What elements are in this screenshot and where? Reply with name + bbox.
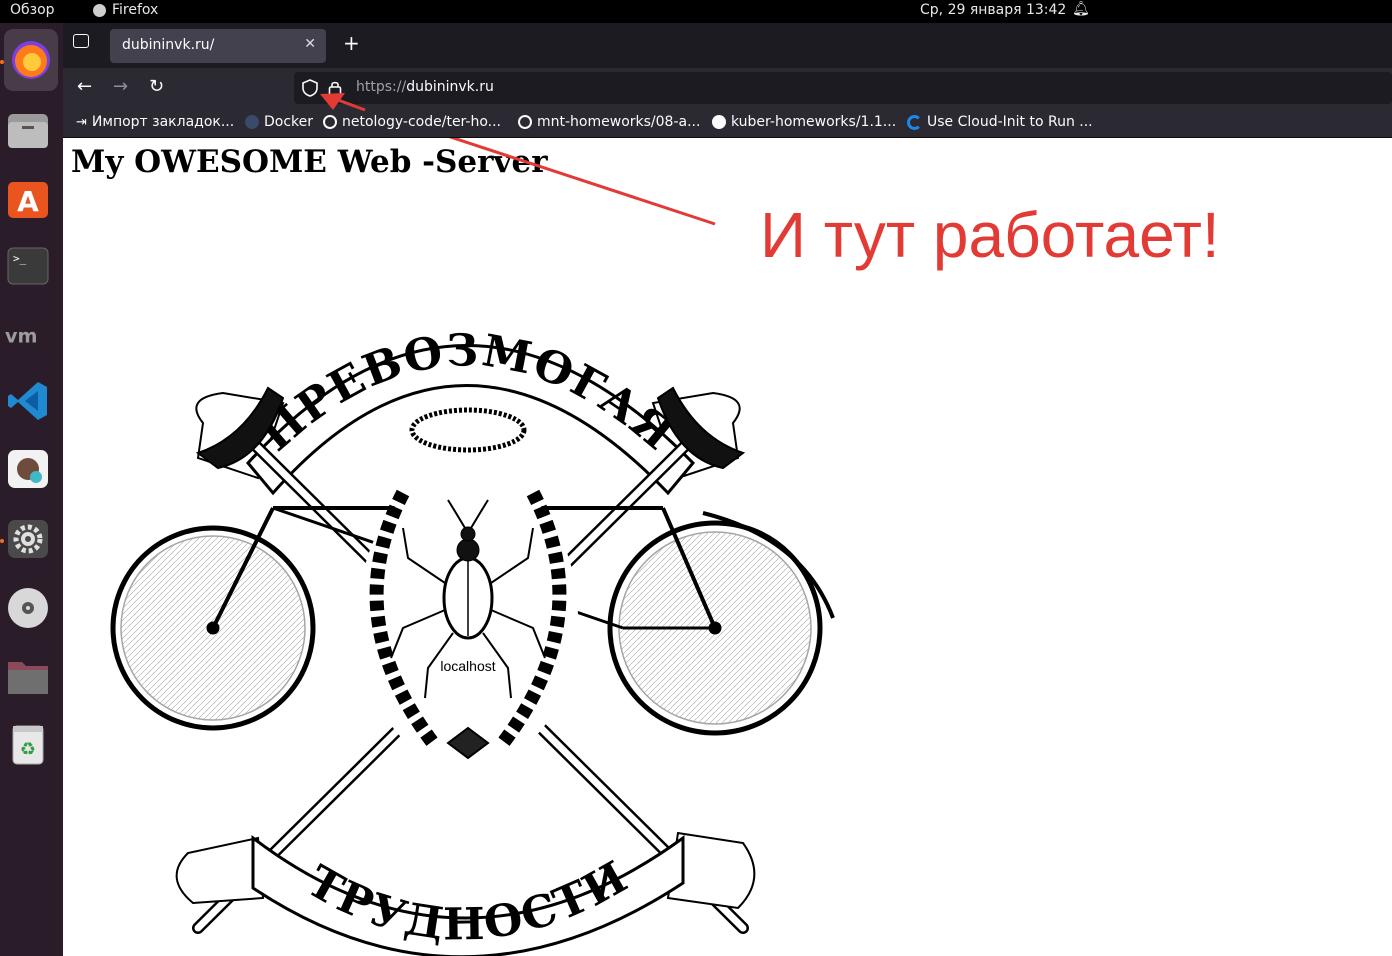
annotation-arrowhead [320, 93, 366, 112]
dock-settings[interactable] [5, 516, 51, 562]
dock-vmware[interactable]: vm [5, 313, 51, 359]
dock-dbeaver[interactable] [5, 446, 51, 492]
folder-icon [8, 662, 48, 694]
trash-icon: ♻ [12, 725, 44, 765]
dock-vscode[interactable] [5, 378, 51, 424]
svg-text:vm: vm [5, 325, 37, 348]
terminal-icon: >_ [7, 247, 49, 285]
web-page-content: My OWESOME Web -Server ПРЕВОЗМОГАЯ local… [63, 138, 1392, 956]
vmware-icon: vm [5, 325, 37, 348]
vscode-icon [8, 382, 47, 420]
svg-text:♻: ♻ [20, 739, 36, 760]
dbeaver-icon [8, 450, 48, 488]
disc-icon [8, 588, 48, 628]
dock-folder[interactable] [5, 653, 51, 699]
dock-trash[interactable]: ♻ [5, 721, 51, 767]
dock-terminal[interactable]: >_ [5, 243, 51, 289]
svg-text:>_: >_ [13, 252, 27, 265]
dock-disc[interactable] [5, 585, 51, 631]
annotation-text: И тут работает! [760, 199, 1220, 271]
settings-icon [8, 520, 48, 558]
